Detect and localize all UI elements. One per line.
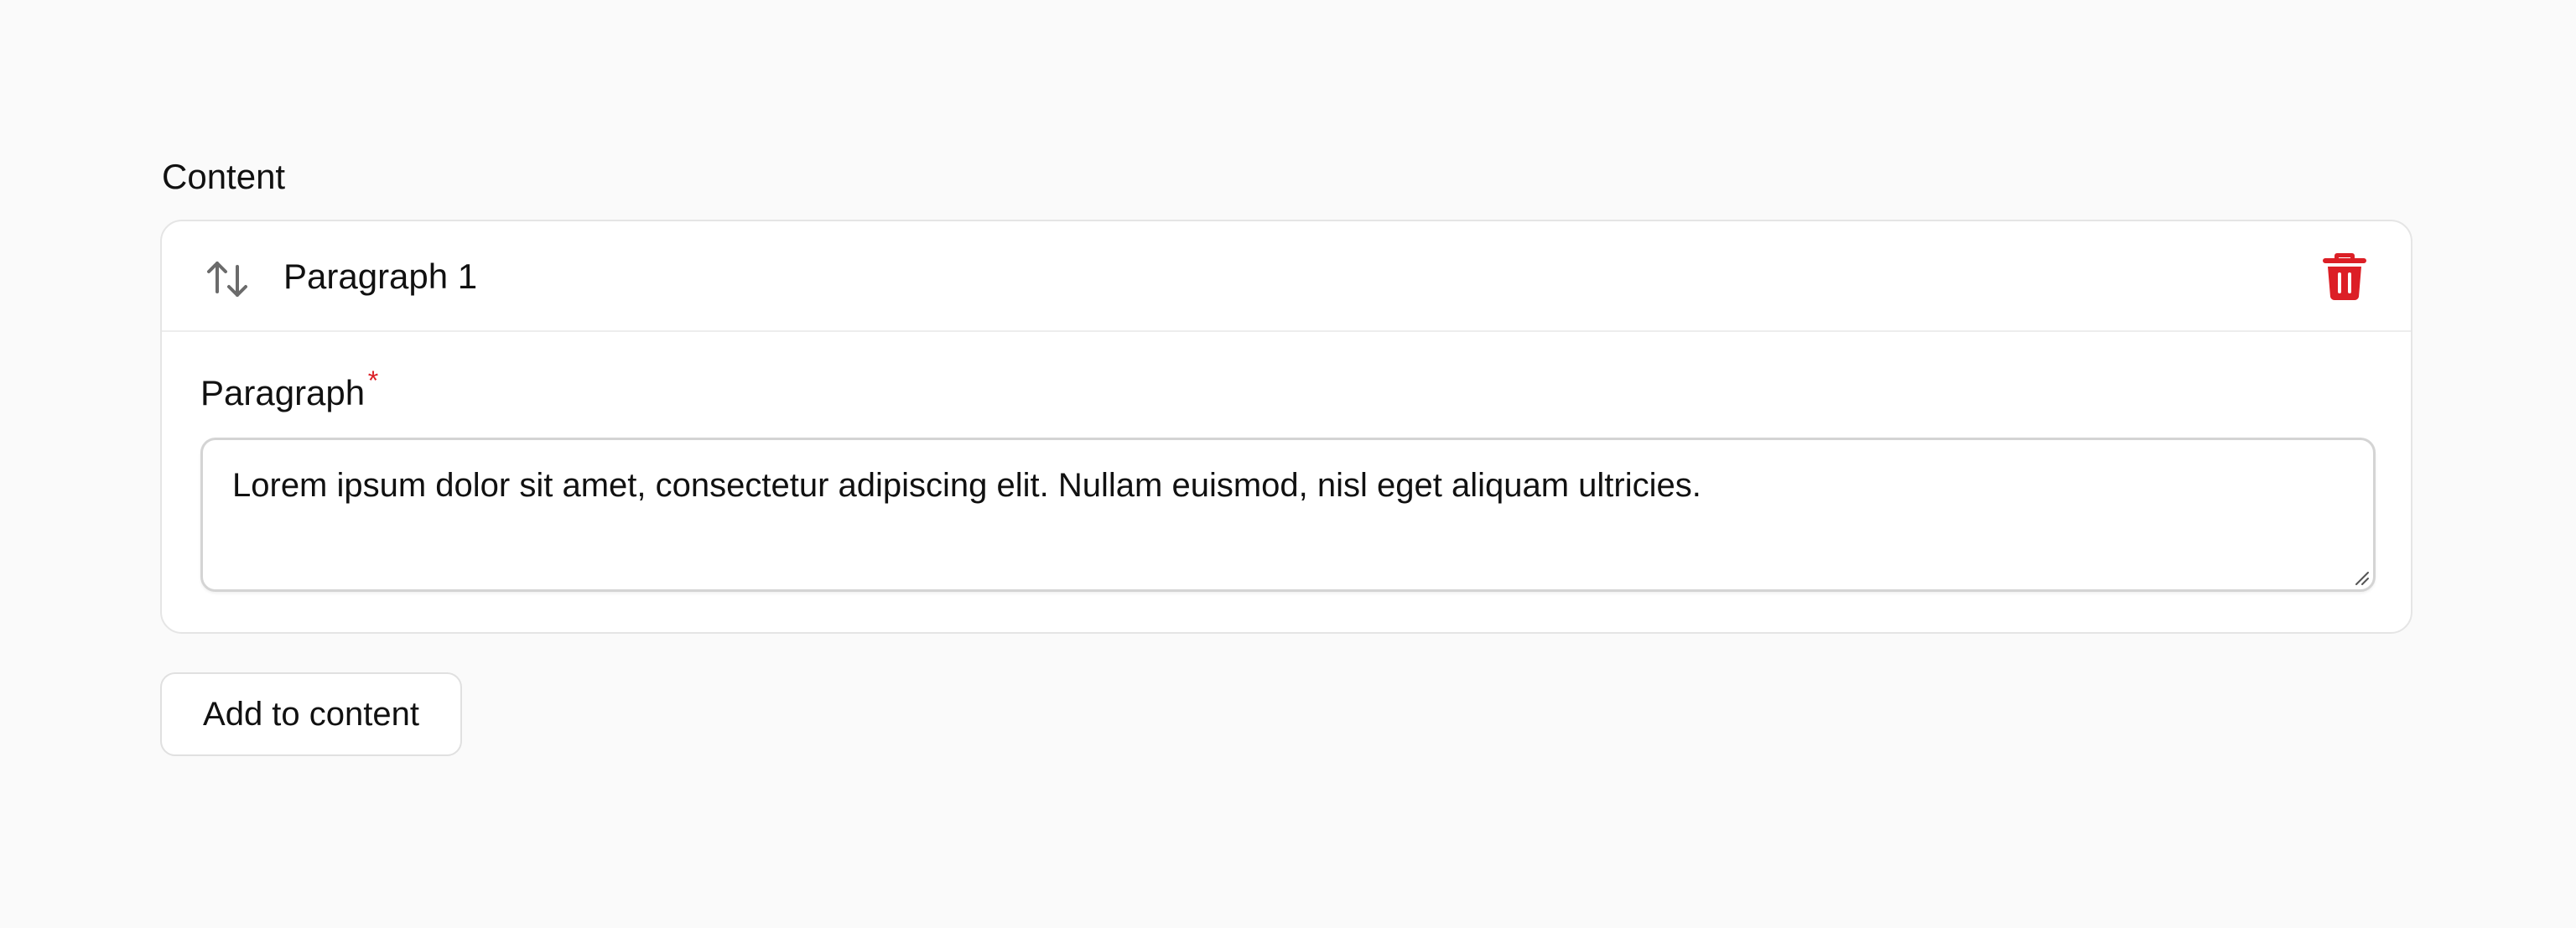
paragraph-textarea-value: Lorem ipsum dolor sit amet, consectetur …	[232, 467, 1701, 504]
paragraph-textarea[interactable]: Lorem ipsum dolor sit amet, consectetur …	[200, 438, 2376, 592]
content-item-header: Paragraph 1	[162, 221, 2411, 332]
arrows-up-down-icon[interactable]	[204, 255, 251, 302]
paragraph-field-label: Paragraph *	[200, 367, 378, 412]
content-field-group: Content Paragraph 1 Paragraph * Lorem ip…	[160, 159, 2416, 756]
content-item-title: Paragraph 1	[283, 257, 478, 296]
trash-icon[interactable]	[2322, 251, 2367, 302]
content-item-body: Paragraph * Lorem ipsum dolor sit amet, …	[162, 332, 2411, 592]
resize-grip-icon[interactable]	[2351, 568, 2370, 586]
content-item-card: Paragraph 1 Paragraph * Lorem ipsum dolo…	[160, 220, 2412, 634]
paragraph-label-text: Paragraph	[200, 373, 366, 412]
add-to-content-button[interactable]: Add to content	[160, 672, 462, 756]
section-label: Content	[162, 157, 286, 196]
required-indicator: *	[367, 365, 379, 396]
